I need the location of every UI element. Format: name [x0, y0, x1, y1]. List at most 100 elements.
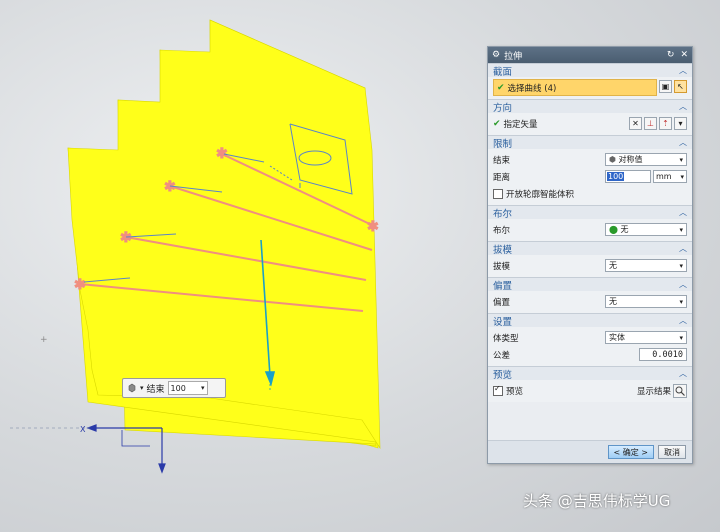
distance-label: 距离	[493, 172, 511, 183]
section-header-boolean[interactable]: 布尔 ︿	[488, 205, 692, 220]
curve-select-icon[interactable]: ↖	[674, 80, 687, 93]
svg-text:✱: ✱	[74, 277, 86, 293]
boolean-title: 布尔	[493, 208, 513, 220]
section-header-draft[interactable]: 拔模 ︿	[488, 241, 692, 256]
magnifier-icon	[673, 383, 687, 398]
select-curve-label: 选择曲线 (4)	[507, 83, 557, 94]
select-curve-row[interactable]: ✔ 选择曲线 (4) ▣ ↖	[493, 79, 687, 96]
gear-icon[interactable]: ⚙	[492, 50, 500, 60]
chevron-down-icon: ▾	[679, 225, 683, 234]
section-body-limits: 结束 ⬢ 对称值 ▾ 距离 100 mm ▾ 开放轮廓智能体积	[488, 149, 692, 205]
body-type-select[interactable]: 实体 ▾	[605, 331, 687, 344]
section-body-boolean: 布尔 ⬤ 无 ▾	[488, 219, 692, 241]
preview-checkbox[interactable]	[493, 384, 503, 396]
boolean-value: 无	[620, 225, 629, 234]
close-icon[interactable]: ✕	[680, 50, 688, 60]
checkmark-icon: ✔	[493, 118, 501, 129]
chevron-down-icon: ▾	[679, 261, 683, 270]
boolean-none-icon: ⬤	[609, 225, 618, 234]
chevron-up-icon[interactable]: ︿	[679, 65, 687, 76]
distance-input[interactable]: 100	[605, 170, 651, 183]
section-header-direction[interactable]: 方向 ︿	[488, 99, 692, 114]
dialog-title: 拉伸	[504, 51, 523, 62]
preview-title: 预览	[493, 369, 513, 381]
select-curve-selector[interactable]: ✔ 选择曲线 (4)	[493, 79, 657, 96]
end-type-select[interactable]: ⬢ 对称值 ▾	[605, 153, 687, 166]
section-body-draft: 拔模 无 ▾	[488, 255, 692, 277]
section-body-preview: 预览 显示结果	[488, 380, 692, 402]
draft-row: 拔模 无 ▾	[493, 257, 687, 274]
draft-title: 拔模	[493, 244, 513, 256]
settings-title: 设置	[493, 316, 513, 328]
preview-row: 预览 显示结果	[493, 382, 687, 399]
watermark-text: 头条 @吉思伟标学UG	[523, 492, 671, 510]
offset-value: 无	[609, 297, 617, 306]
end-type-icon[interactable]	[127, 383, 137, 393]
draft-select[interactable]: 无 ▾	[605, 259, 687, 272]
offset-title: 偏置	[493, 280, 513, 292]
boolean-label: 布尔	[493, 225, 511, 236]
distance-row: 距离 100 mm ▾	[493, 168, 687, 185]
distance-value: 100	[607, 172, 625, 181]
boolean-select[interactable]: ⬤ 无 ▾	[605, 223, 687, 236]
svg-text:✱: ✱	[164, 179, 176, 195]
dialog-titlebar[interactable]: ⚙ 拉伸 ↻ ✕	[488, 47, 692, 63]
distance-unit: mm	[656, 172, 672, 181]
chevron-down-icon: ▾	[201, 384, 205, 392]
offset-label: 偏置	[493, 297, 511, 308]
chevron-up-icon[interactable]: ︿	[679, 137, 687, 148]
mini-end-value: 100	[170, 383, 186, 393]
section-header-offset[interactable]: 偏置 ︿	[488, 277, 692, 292]
reverse-direction-icon[interactable]: ✕	[629, 117, 642, 130]
draft-label: 拔模	[493, 261, 511, 272]
end-label: 结束	[493, 155, 511, 166]
vector-dropdown-icon[interactable]: ▾	[674, 117, 687, 130]
section-header-settings[interactable]: 设置 ︿	[488, 313, 692, 328]
tolerance-input[interactable]: 0.0010	[639, 348, 687, 361]
end-type-dropdown-icon[interactable]: ▾	[140, 384, 144, 392]
body-type-value: 实体	[609, 333, 625, 342]
open-profile-row[interactable]: 开放轮廓智能体积	[493, 185, 687, 202]
symmetric-icon: ⬢	[609, 155, 616, 164]
end-row: 结束 ⬢ 对称值 ▾	[493, 151, 687, 168]
chevron-up-icon[interactable]: ︿	[679, 101, 687, 112]
chevron-up-icon[interactable]: ︿	[679, 207, 687, 218]
section-body-direction: ✔ 指定矢量 ✕ ⊥ ⇡ ▾	[488, 113, 692, 135]
specify-vector-row[interactable]: ✔ 指定矢量 ✕ ⊥ ⇡ ▾	[493, 115, 687, 132]
preview-label: 预览	[506, 386, 524, 397]
on-screen-input-bar[interactable]: ▾ 结束 100 ▾	[122, 378, 226, 398]
reset-icon[interactable]: ↻	[667, 50, 675, 60]
chevron-down-icon: ▾	[679, 155, 683, 164]
sketch-section-icon[interactable]: ▣	[659, 80, 672, 93]
distance-unit-select[interactable]: mm ▾	[653, 170, 687, 183]
open-profile-checkbox[interactable]	[493, 188, 503, 199]
section-header-limits[interactable]: 限制 ︿	[488, 135, 692, 150]
chevron-down-icon: ▾	[679, 333, 683, 342]
chevron-up-icon[interactable]: ︿	[679, 243, 687, 254]
open-profile-label: 开放轮廓智能体积	[506, 189, 575, 200]
vector-dialog-icon[interactable]: ⊥	[644, 117, 657, 130]
show-result-button[interactable]: 显示结果	[636, 383, 687, 398]
mini-end-value-input[interactable]: 100 ▾	[167, 381, 208, 395]
wcs-triad	[86, 424, 166, 474]
svg-text:✱: ✱	[367, 219, 379, 235]
boolean-row: 布尔 ⬤ 无 ▾	[493, 221, 687, 238]
section-header-section[interactable]: 截面 ︿	[488, 63, 692, 78]
chevron-down-icon: ▾	[680, 172, 684, 181]
offset-select[interactable]: 无 ▾	[605, 295, 687, 308]
svg-text:✱: ✱	[120, 230, 132, 246]
ok-button[interactable]: < 确定 >	[607, 445, 654, 459]
show-result-label: 显示结果	[636, 386, 671, 397]
chevron-up-icon[interactable]: ︿	[679, 368, 687, 379]
section-header-preview[interactable]: 预览 ︿	[488, 366, 692, 381]
limits-title: 限制	[493, 138, 513, 150]
vector-axis-icon[interactable]: ⇡	[659, 117, 672, 130]
extrude-dialog[interactable]: ⚙ 拉伸 ↻ ✕ 截面 ︿ ✔ 选择曲线 (4) ▣ ↖ 方向 ︿ ✔ 指定矢量	[487, 46, 693, 464]
chevron-up-icon[interactable]: ︿	[679, 279, 687, 290]
tolerance-row: 公差 0.0010	[493, 346, 687, 363]
chevron-up-icon[interactable]: ︿	[679, 315, 687, 326]
section-body-offset: 偏置 无 ▾	[488, 291, 692, 313]
checkmark-icon: ✔	[497, 82, 505, 93]
dialog-footer: < 确定 > 取消	[488, 440, 692, 463]
cancel-button[interactable]: 取消	[658, 445, 686, 459]
